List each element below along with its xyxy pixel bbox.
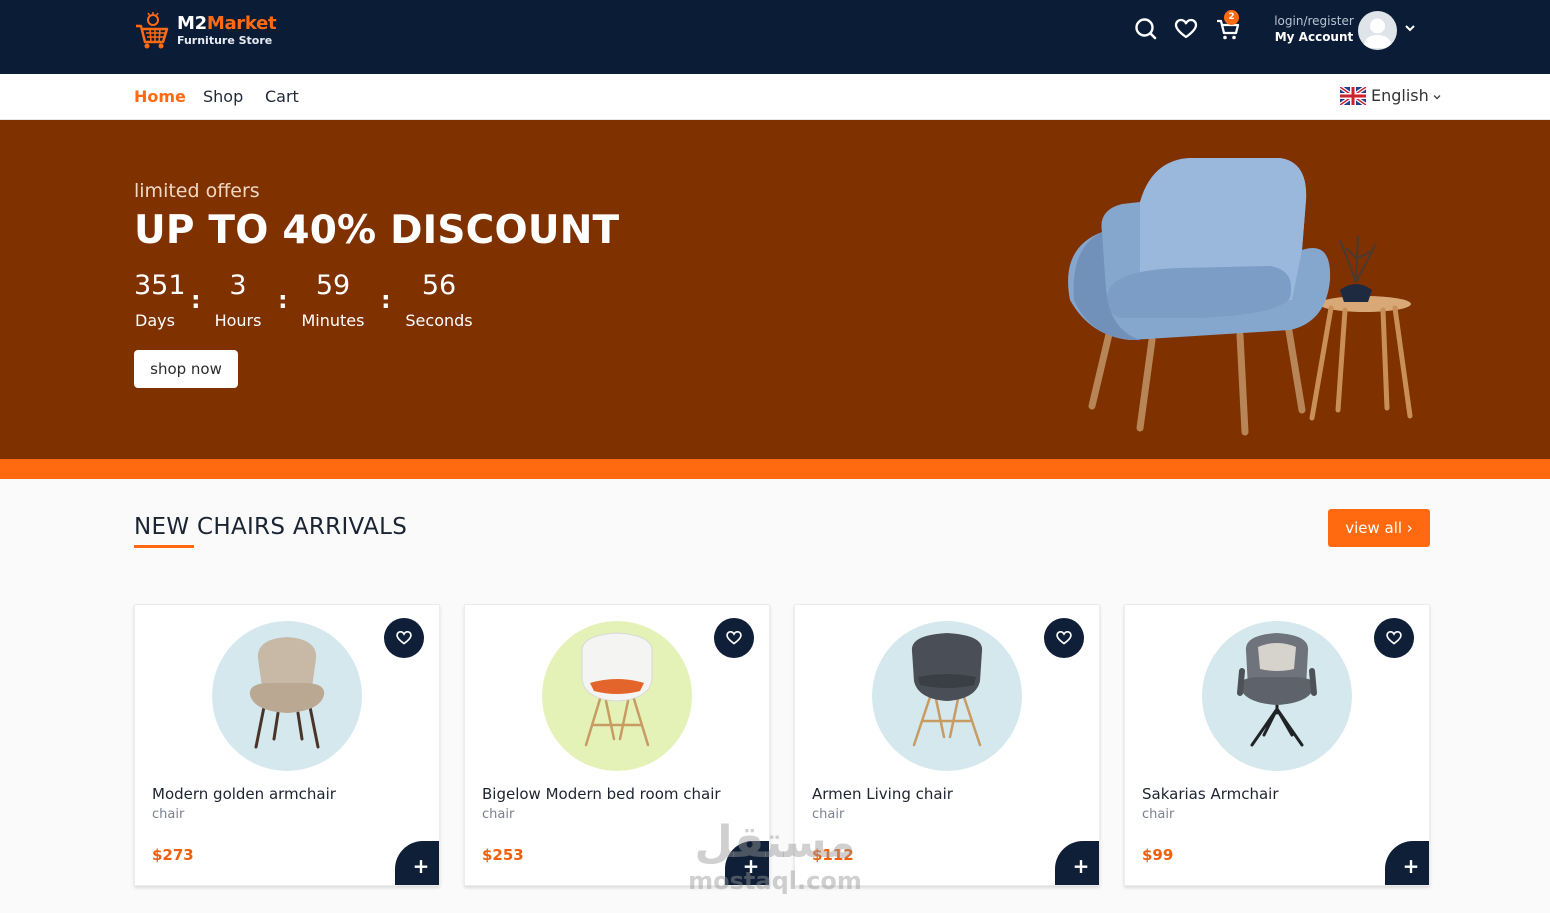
product-price: $112 <box>812 846 854 864</box>
account-menu[interactable]: login/register My Account <box>1262 13 1366 46</box>
top-header: M2Market Furniture Store 2 login/registe… <box>0 0 1550 74</box>
product-price: $253 <box>482 846 524 864</box>
my-account-label: My Account <box>1274 30 1354 44</box>
heart-icon[interactable] <box>1173 16 1199 42</box>
section-underline <box>134 545 194 548</box>
language-label: English <box>1371 86 1429 105</box>
countdown-seconds-label: Seconds <box>405 311 473 330</box>
add-to-cart-button[interactable]: + <box>395 841 439 885</box>
product-image <box>1237 633 1317 747</box>
countdown-days-value: 351 <box>134 270 186 301</box>
product-category: chair <box>482 807 515 822</box>
language-selector[interactable]: English <box>1340 86 1443 105</box>
brand-logo[interactable]: M2Market Furniture Store <box>134 12 277 50</box>
product-card[interactable]: Bigelow Modern bed room chair chair $253… <box>464 604 770 886</box>
add-to-cart-button[interactable]: + <box>1385 841 1429 885</box>
brand-name: M2Market <box>177 13 277 34</box>
section-title: NEW CHAIRS ARRIVALS <box>134 514 408 540</box>
view-all-button[interactable]: view all › <box>1328 509 1430 547</box>
product-image <box>911 633 983 747</box>
shop-now-button[interactable]: shop now <box>134 350 238 388</box>
heart-icon <box>1056 630 1072 645</box>
heart-icon <box>396 630 412 645</box>
countdown-seconds-value: 56 <box>421 270 457 301</box>
main-nav: Home Shop Cart English <box>0 74 1550 120</box>
user-icon <box>1363 18 1392 48</box>
product-name[interactable]: Sakarias Armchair <box>1142 785 1279 803</box>
countdown-separator: : <box>191 286 201 314</box>
brand-tagline: Furniture Store <box>177 34 273 47</box>
countdown-minutes-label: Minutes <box>301 311 365 330</box>
product-category: chair <box>812 807 845 822</box>
product-name[interactable]: Armen Living chair <box>812 785 953 803</box>
uk-flag-icon <box>1340 86 1366 105</box>
favorite-button[interactable] <box>714 618 754 658</box>
product-card[interactable]: Armen Living chair chair $112 + <box>794 604 1100 886</box>
login-register-link[interactable]: login/register <box>1262 13 1366 29</box>
product-card[interactable]: Sakarias Armchair chair $99 + <box>1124 604 1430 886</box>
heart-icon <box>1386 630 1402 645</box>
favorite-button[interactable] <box>1044 618 1084 658</box>
product-price: $99 <box>1142 846 1174 864</box>
countdown-separator: : <box>381 286 391 314</box>
nav-home[interactable]: Home <box>134 87 186 107</box>
nav-shop[interactable]: Shop <box>203 87 243 107</box>
avatar[interactable] <box>1358 11 1397 50</box>
countdown-days-label: Days <box>135 311 175 330</box>
add-to-cart-button[interactable]: + <box>1055 841 1099 885</box>
armchair-illustration <box>1068 158 1413 436</box>
product-name[interactable]: Modern golden armchair <box>152 785 336 803</box>
product-category: chair <box>152 807 185 822</box>
countdown-hours-value: 3 <box>229 270 247 301</box>
search-icon[interactable] <box>1133 16 1159 42</box>
countdown-hours-label: Hours <box>214 311 262 330</box>
product-image <box>581 632 653 747</box>
heart-icon <box>726 630 742 645</box>
hero-title: UP TO 40% DISCOUNT <box>134 208 620 253</box>
add-to-cart-button[interactable]: + <box>725 841 769 885</box>
nav-cart[interactable]: Cart <box>265 87 299 107</box>
countdown-minutes-value: 59 <box>315 270 351 301</box>
cart-count-badge: 2 <box>1224 10 1239 25</box>
product-price: $273 <box>152 846 194 864</box>
product-image <box>249 637 325 749</box>
hero-banner: limited offers UP TO 40% DISCOUNT 351 Da… <box>0 120 1550 459</box>
chevron-down-icon <box>1433 95 1441 100</box>
product-category: chair <box>1142 807 1175 822</box>
hero-kicker: limited offers <box>134 180 260 202</box>
favorite-button[interactable] <box>1374 618 1414 658</box>
chevron-down-icon[interactable] <box>1404 22 1416 34</box>
favorite-button[interactable] <box>384 618 424 658</box>
countdown-separator: : <box>278 286 288 314</box>
product-name[interactable]: Bigelow Modern bed room chair <box>482 785 721 803</box>
hero-accent-strip <box>0 459 1550 479</box>
product-card[interactable]: Modern golden armchair chair $273 + <box>134 604 440 886</box>
cart-logo-icon <box>136 12 169 49</box>
